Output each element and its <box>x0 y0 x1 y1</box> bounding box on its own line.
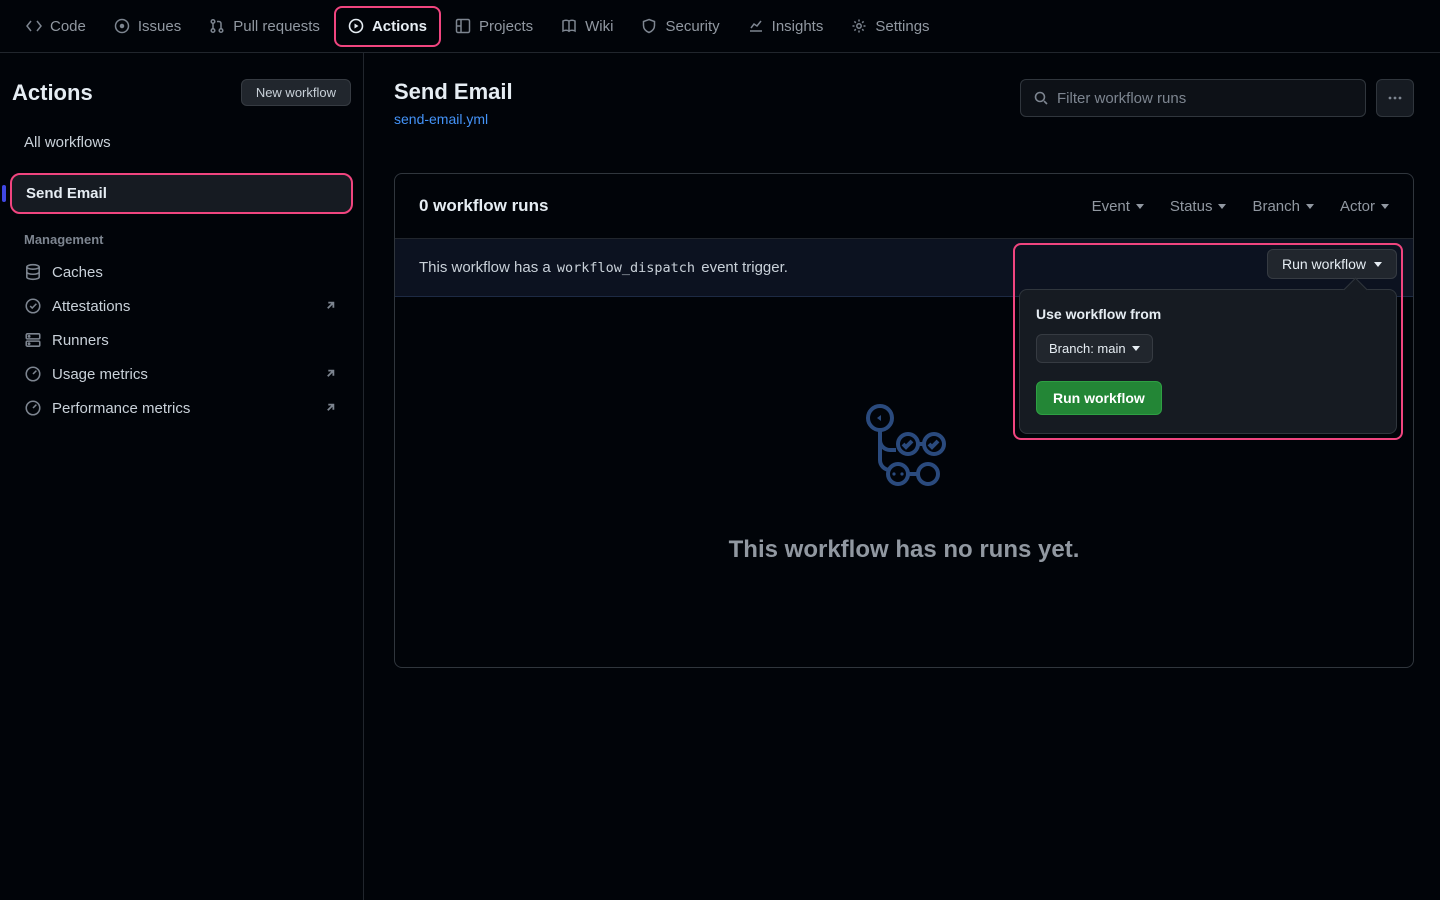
sidebar-item-label: All workflows <box>24 134 111 151</box>
tab-label: Actions <box>372 18 427 35</box>
sidebar-item-label: Usage metrics <box>52 366 148 383</box>
meter-icon <box>24 365 42 383</box>
sidebar-item-label: Send Email <box>26 185 107 202</box>
chevron-down-icon <box>1381 204 1389 209</box>
run-workflow-button[interactable]: Run workflow <box>1267 249 1397 279</box>
tab-label: Insights <box>772 18 824 35</box>
gear-icon <box>851 18 867 34</box>
kebab-icon <box>1387 90 1403 106</box>
tab-projects[interactable]: Projects <box>445 10 543 43</box>
filter-branch[interactable]: Branch <box>1252 198 1314 215</box>
play-circle-icon <box>348 18 364 34</box>
sidebar-workflow-send-email[interactable]: Send Email <box>12 175 351 212</box>
verified-icon <box>24 297 42 315</box>
sidebar-section-management: Management <box>12 212 351 255</box>
sidebar: Actions New workflow All workflows Send … <box>0 53 364 900</box>
filter-actor[interactable]: Actor <box>1340 198 1389 215</box>
sidebar-item-label: Attestations <box>52 298 130 315</box>
tab-pulls[interactable]: Pull requests <box>199 10 330 43</box>
chevron-down-icon <box>1218 204 1226 209</box>
run-workflow-popover: Use workflow from Branch: main Run workf… <box>1019 289 1397 434</box>
tab-label: Issues <box>138 18 181 35</box>
tab-issues[interactable]: Issues <box>104 10 191 43</box>
sidebar-item-runners[interactable]: Runners <box>12 323 351 357</box>
sidebar-title: Actions <box>12 80 93 106</box>
tab-label: Projects <box>479 18 533 35</box>
filter-status[interactable]: Status <box>1170 198 1227 215</box>
tab-label: Wiki <box>585 18 613 35</box>
tab-code[interactable]: Code <box>16 10 96 43</box>
server-icon <box>24 331 42 349</box>
filter-event[interactable]: Event <box>1092 198 1144 215</box>
sidebar-item-performance-metrics[interactable]: Performance metrics <box>12 391 351 425</box>
pull-request-icon <box>209 18 225 34</box>
run-workflow-group: Run workflow Use workflow from Branch: m… <box>1015 245 1401 438</box>
tab-label: Code <box>50 18 86 35</box>
graph-icon <box>748 18 764 34</box>
main: Send Email send-email.yml 0 workflow run… <box>364 53 1440 900</box>
search-icon <box>1033 90 1049 106</box>
repo-nav: Code Issues Pull requests Actions Projec… <box>0 0 1440 53</box>
chevron-down-icon <box>1306 204 1314 209</box>
runs-count: 0 workflow runs <box>419 196 548 216</box>
sidebar-item-caches[interactable]: Caches <box>12 255 351 289</box>
chevron-down-icon <box>1136 204 1144 209</box>
sidebar-item-usage-metrics[interactable]: Usage metrics <box>12 357 351 391</box>
code-icon <box>26 18 42 34</box>
tab-wiki[interactable]: Wiki <box>551 10 623 43</box>
tab-actions[interactable]: Actions <box>338 10 437 43</box>
book-icon <box>561 18 577 34</box>
more-options-button[interactable] <box>1376 79 1414 117</box>
popover-heading: Use workflow from <box>1036 306 1380 322</box>
workflow-illustration-icon <box>856 400 952 496</box>
sidebar-item-label: Caches <box>52 264 103 281</box>
external-link-icon <box>321 297 339 315</box>
run-workflow-submit[interactable]: Run workflow <box>1036 381 1162 415</box>
branch-select[interactable]: Branch: main <box>1036 334 1153 363</box>
sidebar-item-label: Runners <box>52 332 109 349</box>
shield-icon <box>641 18 657 34</box>
new-workflow-button[interactable]: New workflow <box>241 79 351 106</box>
workflow-file-link[interactable]: send-email.yml <box>394 111 488 127</box>
chevron-down-icon <box>1132 346 1140 351</box>
tab-security[interactable]: Security <box>631 10 729 43</box>
tab-insights[interactable]: Insights <box>738 10 834 43</box>
runs-panel: 0 workflow runs Event Status Branch Acto… <box>394 173 1414 668</box>
tab-settings[interactable]: Settings <box>841 10 939 43</box>
sidebar-all-workflows[interactable]: All workflows <box>12 126 351 159</box>
tab-label: Pull requests <box>233 18 320 35</box>
filter-runs-input[interactable] <box>1057 90 1353 107</box>
dispatch-banner: This workflow has a workflow_dispatch ev… <box>395 239 1413 297</box>
issue-icon <box>114 18 130 34</box>
database-icon <box>24 263 42 281</box>
external-link-icon <box>321 365 339 383</box>
dispatch-message: This workflow has a workflow_dispatch ev… <box>419 259 788 276</box>
tab-label: Security <box>665 18 719 35</box>
filter-runs-input-wrap[interactable] <box>1020 79 1366 117</box>
sidebar-item-attestations[interactable]: Attestations <box>12 289 351 323</box>
meter-icon <box>24 399 42 417</box>
chevron-down-icon <box>1374 262 1382 267</box>
external-link-icon <box>321 399 339 417</box>
projects-icon <box>455 18 471 34</box>
page-title: Send Email <box>394 79 1020 105</box>
sidebar-item-label: Performance metrics <box>52 400 190 417</box>
tab-label: Settings <box>875 18 929 35</box>
empty-message: This workflow has no runs yet. <box>729 536 1080 564</box>
